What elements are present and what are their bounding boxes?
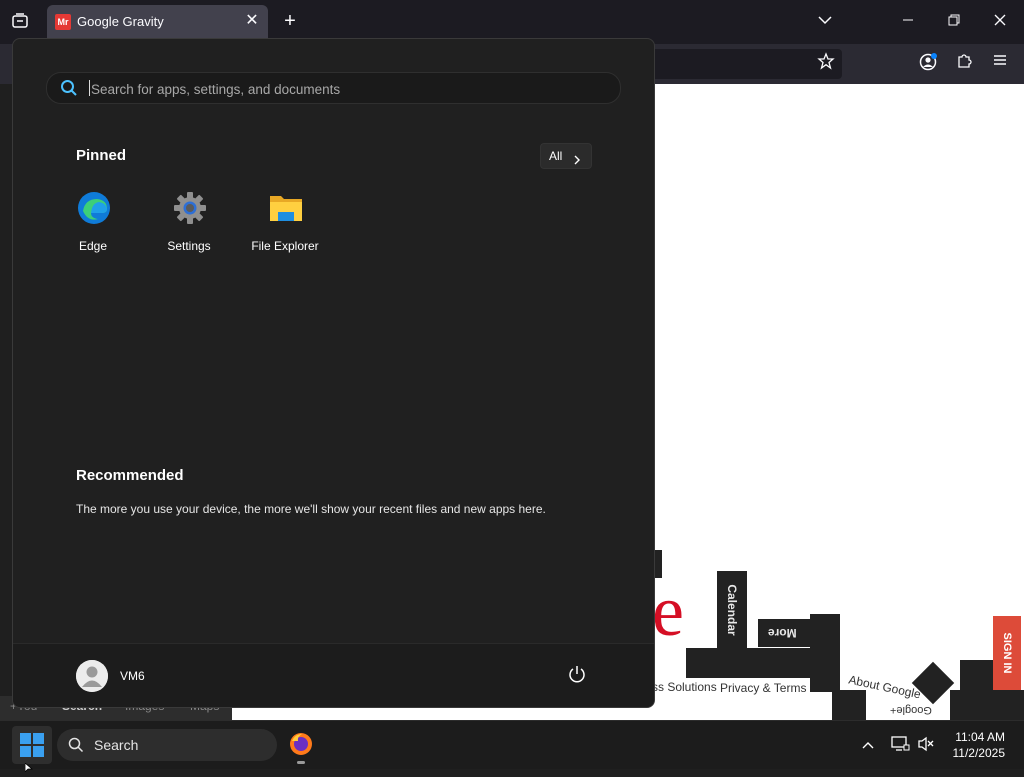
windows-logo-icon xyxy=(20,733,44,762)
tab-title: Google Gravity xyxy=(77,14,164,29)
start-menu: Pinned All Edge xyxy=(12,38,655,708)
pinned-heading: Pinned xyxy=(76,147,127,164)
sign-in-label: SIGN IN xyxy=(1001,632,1013,674)
running-indicator xyxy=(297,761,305,764)
pinned-app-file-explorer[interactable]: File Explorer xyxy=(242,189,328,259)
more-label: More xyxy=(768,626,797,640)
tab-google-gravity[interactable]: Mr Google Gravity ✕ xyxy=(47,5,268,39)
restore-icon[interactable] xyxy=(944,12,964,32)
clock-time[interactable]: 11:04 AM xyxy=(935,730,1005,744)
bookmark-star-icon[interactable] xyxy=(814,52,838,76)
folder-icon xyxy=(269,193,303,228)
business-solutions-link[interactable]: ss Solutions xyxy=(652,680,717,694)
pinned-app-edge[interactable]: Edge xyxy=(50,189,136,259)
power-icon[interactable] xyxy=(567,664,591,688)
tab-list-icon[interactable] xyxy=(10,12,30,32)
favicon-icon: Mr xyxy=(55,14,71,30)
recommended-message: The more you use your device, the more w… xyxy=(76,502,546,516)
user-name[interactable]: VM6 xyxy=(120,669,145,683)
text-cursor xyxy=(89,80,90,96)
taskbar: Search 11:04 AM 11/2/2025 xyxy=(0,720,1024,769)
user-avatar-icon[interactable] xyxy=(76,660,108,692)
list-all-tabs-icon[interactable] xyxy=(815,12,835,32)
pinned-app-settings[interactable]: Settings xyxy=(146,189,232,259)
clock-date[interactable]: 11/2/2025 xyxy=(935,746,1006,760)
edge-icon xyxy=(77,191,111,230)
tab-close-icon[interactable]: ✕ xyxy=(243,12,261,30)
chevron-up-icon[interactable] xyxy=(860,737,876,758)
taskbar-search-label: Search xyxy=(94,737,139,753)
mouse-cursor-icon xyxy=(24,759,34,777)
new-tab-icon[interactable]: + xyxy=(280,11,300,31)
calendar-label: Calendar xyxy=(725,584,739,636)
settings-gear-icon xyxy=(173,191,207,230)
chevron-right-icon xyxy=(572,150,582,174)
start-search-input[interactable] xyxy=(89,73,613,105)
gravity-block xyxy=(810,614,840,692)
search-icon xyxy=(68,737,84,758)
google-logo-fragment: e xyxy=(652,571,684,651)
all-apps-label: All xyxy=(549,149,563,163)
app-label-settings: Settings xyxy=(167,239,211,253)
taskbar-search[interactable]: Search xyxy=(57,729,277,761)
app-label-edge: Edge xyxy=(78,239,108,253)
menu-icon[interactable] xyxy=(988,52,1012,76)
more-button[interactable]: More xyxy=(758,619,812,647)
volume-muted-icon[interactable] xyxy=(917,736,935,757)
start-search-box[interactable] xyxy=(46,72,621,105)
gravity-block xyxy=(950,690,1024,720)
privacy-terms-link[interactable]: Privacy & Terms xyxy=(720,681,806,695)
account-icon[interactable] xyxy=(916,52,940,76)
gravity-block xyxy=(686,648,812,678)
gravity-block xyxy=(832,690,866,720)
recommended-heading: Recommended xyxy=(76,467,184,484)
network-icon[interactable] xyxy=(890,735,910,758)
app-label-file-explorer: File Explorer xyxy=(251,239,319,253)
extensions-icon[interactable] xyxy=(952,52,976,76)
start-menu-footer: VM6 xyxy=(13,643,654,707)
minimize-icon[interactable] xyxy=(898,12,918,32)
firefox-icon[interactable] xyxy=(289,732,313,761)
gravity-block xyxy=(960,660,994,692)
sign-in-button[interactable]: SIGN IN xyxy=(993,616,1021,690)
calendar-button[interactable]: Calendar xyxy=(717,571,747,649)
all-apps-button[interactable]: All xyxy=(540,143,592,169)
google-plus-link[interactable]: Google+ xyxy=(890,704,932,716)
search-icon xyxy=(60,79,78,102)
close-window-icon[interactable] xyxy=(990,12,1010,32)
